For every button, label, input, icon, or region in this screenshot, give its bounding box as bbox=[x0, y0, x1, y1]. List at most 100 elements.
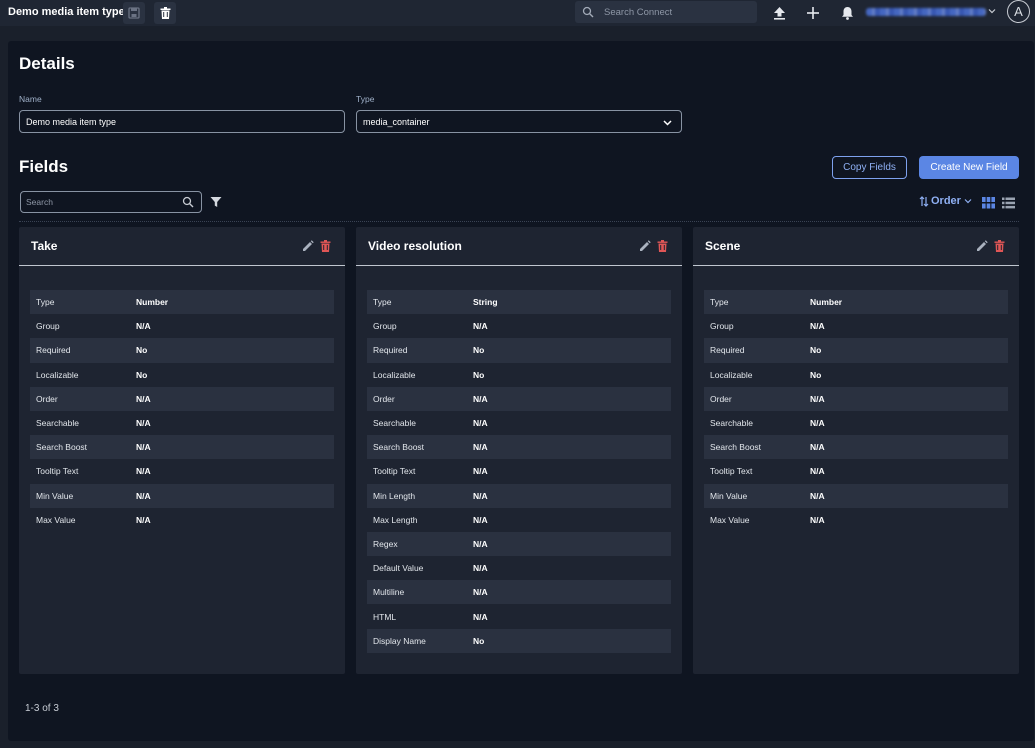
property-value: String bbox=[473, 297, 498, 308]
property-value: N/A bbox=[810, 393, 825, 404]
property-row: Display Name No bbox=[367, 628, 671, 653]
divider bbox=[19, 221, 1019, 222]
edit-icon[interactable] bbox=[302, 240, 314, 252]
order-label: Order bbox=[931, 195, 961, 207]
card-divider bbox=[19, 265, 345, 266]
property-key: Order bbox=[710, 393, 732, 404]
filter-icon[interactable] bbox=[210, 196, 222, 208]
top-bar: Demo media item type Search Connect A bbox=[0, 0, 1035, 26]
property-value: No bbox=[810, 345, 822, 356]
add-button[interactable] bbox=[804, 4, 822, 22]
property-value: Number bbox=[810, 297, 843, 308]
property-row: Required No bbox=[30, 338, 334, 363]
property-key: Search Boost bbox=[710, 442, 762, 453]
property-value: N/A bbox=[810, 490, 825, 501]
sort-icon bbox=[919, 195, 929, 207]
property-value: N/A bbox=[810, 466, 825, 477]
order-dropdown[interactable]: Order bbox=[919, 195, 972, 207]
trash-icon[interactable] bbox=[657, 240, 668, 252]
property-row: Localizable No bbox=[30, 363, 334, 387]
create-new-field-button[interactable]: Create New Field bbox=[919, 156, 1019, 179]
property-row: Max Value N/A bbox=[704, 508, 1008, 532]
details-heading: Details bbox=[19, 54, 75, 73]
property-key: Localizable bbox=[373, 369, 416, 380]
fields-search-input[interactable]: Search bbox=[20, 191, 202, 213]
field-card: Video resolution Type String Group N/A Requi… bbox=[356, 227, 682, 674]
property-row: Search Boost N/A bbox=[704, 435, 1008, 460]
field-card-title: Take bbox=[31, 239, 58, 253]
property-value: N/A bbox=[473, 393, 488, 404]
property-row: Order N/A bbox=[30, 386, 334, 411]
avatar[interactable]: A bbox=[1007, 0, 1030, 23]
grid-view-icon[interactable] bbox=[982, 197, 995, 209]
type-label: Type bbox=[356, 94, 375, 104]
card-divider bbox=[356, 265, 682, 266]
chevron-down-icon bbox=[663, 120, 672, 126]
property-row: Search Boost N/A bbox=[30, 435, 334, 460]
property-key: Tooltip Text bbox=[710, 466, 753, 477]
property-key: Tooltip Text bbox=[36, 466, 79, 477]
edit-icon[interactable] bbox=[976, 240, 988, 252]
property-row: Required No bbox=[367, 338, 671, 363]
property-key: Required bbox=[36, 345, 71, 356]
property-row: Localizable No bbox=[704, 363, 1008, 387]
property-key: Regex bbox=[373, 538, 398, 549]
property-value: N/A bbox=[473, 418, 488, 429]
property-key: Group bbox=[710, 321, 734, 332]
property-value: Number bbox=[136, 297, 169, 308]
property-key: Group bbox=[373, 321, 397, 332]
delete-button[interactable] bbox=[154, 2, 176, 24]
search-icon bbox=[582, 6, 594, 18]
edit-icon[interactable] bbox=[639, 240, 651, 252]
property-row: Group N/A bbox=[30, 314, 334, 338]
name-label: Name bbox=[19, 94, 42, 104]
trash-icon[interactable] bbox=[994, 240, 1005, 252]
chevron-down-icon[interactable] bbox=[988, 7, 996, 15]
list-view-icon[interactable] bbox=[1002, 197, 1015, 209]
copy-fields-button[interactable]: Copy Fields bbox=[832, 156, 907, 179]
property-row: Default Value N/A bbox=[367, 556, 671, 580]
property-key: HTML bbox=[373, 611, 397, 622]
property-row: Searchable N/A bbox=[30, 411, 334, 435]
trash-icon[interactable] bbox=[320, 240, 331, 252]
field-property-list: Type String Group N/A Required No Localizable N… bbox=[367, 290, 671, 653]
field-property-list: Type Number Group N/A Required No Localizable N… bbox=[704, 290, 1008, 532]
property-key: Required bbox=[373, 345, 408, 356]
property-value: N/A bbox=[136, 490, 151, 501]
upload-button[interactable] bbox=[770, 4, 788, 22]
name-field[interactable]: Demo media item type bbox=[19, 110, 345, 133]
property-row: Multiline N/A bbox=[367, 580, 671, 605]
notifications-button[interactable] bbox=[838, 4, 856, 22]
property-key: Required bbox=[710, 345, 745, 356]
property-value: No bbox=[136, 369, 148, 380]
fields-heading: Fields bbox=[19, 157, 69, 176]
property-key: Search Boost bbox=[36, 442, 88, 453]
property-value: N/A bbox=[810, 418, 825, 429]
property-key: Order bbox=[36, 393, 58, 404]
property-value: N/A bbox=[473, 514, 488, 525]
type-select[interactable]: media_container bbox=[356, 110, 682, 133]
global-search-input[interactable]: Search Connect bbox=[575, 1, 757, 23]
property-row: Max Value N/A bbox=[30, 508, 334, 532]
field-card-title: Video resolution bbox=[368, 239, 462, 253]
user-name-redacted[interactable] bbox=[866, 8, 986, 16]
property-row: Group N/A bbox=[367, 314, 671, 338]
property-row: Required No bbox=[704, 338, 1008, 363]
property-row: Search Boost N/A bbox=[367, 435, 671, 460]
chevron-down-icon bbox=[964, 199, 972, 204]
page-title: Demo media item type bbox=[8, 6, 125, 18]
property-key: Search Boost bbox=[373, 442, 425, 453]
property-value: N/A bbox=[136, 442, 151, 453]
property-row: Order N/A bbox=[704, 386, 1008, 411]
property-row: Searchable N/A bbox=[367, 411, 671, 435]
name-field-value: Demo media item type bbox=[26, 116, 117, 127]
property-value: No bbox=[473, 635, 485, 646]
property-value: N/A bbox=[810, 514, 825, 525]
property-key: Order bbox=[373, 393, 395, 404]
property-key: Min Value bbox=[710, 490, 748, 501]
property-value: N/A bbox=[473, 466, 488, 477]
save-button[interactable] bbox=[123, 2, 145, 24]
property-value: N/A bbox=[473, 442, 488, 453]
property-key: Searchable bbox=[710, 418, 754, 429]
field-property-list: Type Number Group N/A Required No Localizable N… bbox=[30, 290, 334, 532]
